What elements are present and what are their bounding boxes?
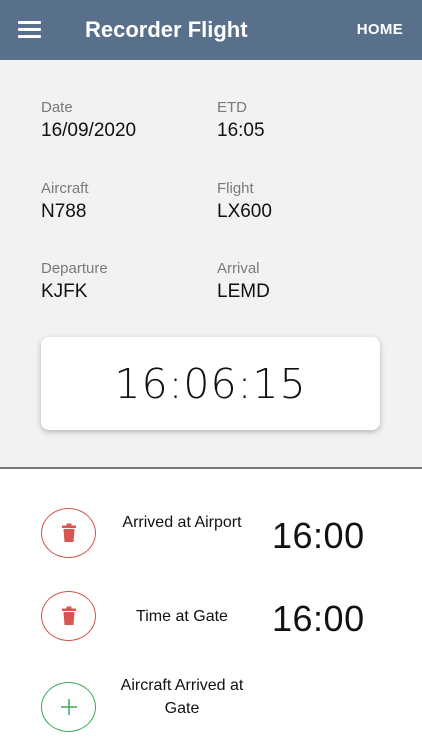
delete-button[interactable] bbox=[41, 508, 96, 558]
date-value: 16/09/2020 bbox=[41, 120, 137, 141]
etd-field: ETD 16:05 bbox=[217, 99, 265, 143]
date-label: Date bbox=[41, 99, 73, 116]
flight-value: LX600 bbox=[217, 201, 272, 222]
divider bbox=[0, 467, 422, 469]
home-button[interactable]: HOME bbox=[357, 21, 403, 38]
menu-icon-bar bbox=[18, 28, 41, 31]
menu-button[interactable] bbox=[18, 19, 41, 41]
event-row: Aircraft Arrived at Gate bbox=[0, 677, 422, 734]
clock-card: 16:06:15 bbox=[41, 337, 380, 430]
aircraft-field: Aircraft N788 bbox=[41, 180, 89, 224]
departure-label: Departure bbox=[41, 260, 108, 277]
arrival-field: Arrival LEMD bbox=[217, 260, 270, 304]
etd-value: 16:05 bbox=[217, 120, 265, 141]
add-button[interactable] bbox=[41, 682, 96, 732]
aircraft-value: N788 bbox=[41, 201, 87, 222]
app-bar: Recorder Flight HOME bbox=[0, 0, 422, 60]
current-time: 16:06:15 bbox=[114, 359, 307, 408]
event-time: 16:00 bbox=[272, 515, 365, 556]
event-time: 16:00 bbox=[272, 598, 365, 639]
flight-field: Flight LX600 bbox=[217, 180, 272, 224]
event-label: Time at Gate bbox=[136, 608, 228, 625]
arrival-label: Arrival bbox=[217, 260, 260, 277]
event-row: Arrived at Airport 16:00 bbox=[0, 508, 422, 560]
etd-label: ETD bbox=[217, 99, 247, 116]
date-field: Date 16/09/2020 bbox=[41, 99, 136, 143]
delete-button[interactable] bbox=[41, 591, 96, 641]
menu-icon bbox=[18, 21, 41, 24]
app-title: Recorder Flight bbox=[85, 17, 248, 42]
departure-value: KJFK bbox=[41, 281, 88, 302]
trash-icon bbox=[61, 523, 76, 542]
departure-field: Departure KJFK bbox=[41, 260, 108, 304]
plus-icon bbox=[60, 699, 77, 715]
aircraft-label: Aircraft bbox=[41, 180, 89, 197]
menu-icon-bar bbox=[18, 35, 41, 38]
flight-label: Flight bbox=[217, 180, 254, 197]
event-row: Time at Gate 16:00 bbox=[0, 591, 422, 643]
event-label: Aircraft Arrived at Gate bbox=[120, 677, 244, 717]
arrival-value: LEMD bbox=[217, 281, 270, 302]
trash-icon bbox=[61, 606, 76, 625]
event-label: Arrived at Airport bbox=[122, 514, 242, 531]
